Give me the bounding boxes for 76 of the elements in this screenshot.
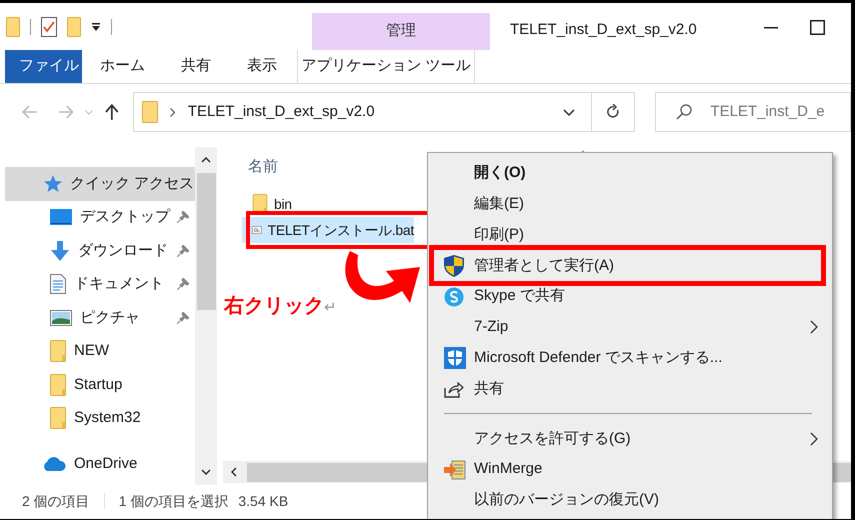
pin-icon[interactable] bbox=[177, 278, 189, 290]
menu-item[interactable]: 印刷(P) bbox=[428, 220, 832, 250]
dropdown-icon[interactable] bbox=[91, 22, 101, 32]
refresh-icon[interactable] bbox=[606, 104, 620, 120]
vertical-scrollbar[interactable] bbox=[195, 147, 217, 485]
menu-item[interactable]: 開く(O) bbox=[428, 158, 832, 189]
scroll-thumb[interactable] bbox=[196, 173, 216, 310]
image-icon bbox=[50, 310, 72, 326]
folder-icon bbox=[50, 340, 66, 362]
menu-item[interactable]: Skype で共有 bbox=[428, 281, 832, 312]
status-text: 1 個の項目を選択 bbox=[118, 492, 228, 510]
pin-icon[interactable] bbox=[177, 244, 189, 257]
maximize-icon[interactable] bbox=[810, 20, 825, 35]
nav-item[interactable]: NEW bbox=[5, 334, 195, 368]
cloud-icon bbox=[42, 456, 66, 471]
nav-item[interactable]: ダウンロード bbox=[5, 234, 195, 268]
ribbon-tab[interactable]: 表示 bbox=[229, 50, 295, 83]
nav-item[interactable]: Startup bbox=[5, 368, 195, 402]
return-mark: ↵ bbox=[324, 298, 337, 318]
scroll-left-icon[interactable] bbox=[231, 467, 237, 477]
address-path: TELET_inst_D_ext_sp_v2.0 bbox=[188, 102, 375, 122]
properties-icon[interactable] bbox=[41, 17, 57, 37]
context-tab-header: 管理 bbox=[312, 13, 490, 50]
forward-icon[interactable] bbox=[58, 105, 74, 119]
menu-item[interactable]: アクセスを許可する(G) bbox=[428, 423, 832, 454]
star-icon bbox=[42, 174, 62, 193]
back-icon[interactable] bbox=[22, 105, 38, 119]
merge-icon bbox=[444, 460, 466, 480]
window-title: TELET_inst_D_ext_sp_v2.0 bbox=[510, 20, 697, 40]
nav-item[interactable]: OneDrive bbox=[5, 447, 195, 480]
ribbon-tab[interactable]: 共有 bbox=[163, 50, 229, 83]
menu-item[interactable]: 編集(E) bbox=[428, 188, 832, 220]
menu-item[interactable]: 7-Zip bbox=[428, 312, 832, 343]
folder-icon bbox=[50, 374, 66, 396]
nav-item[interactable]: クイック アクセス bbox=[5, 167, 195, 200]
ribbon-tab[interactable]: アプリケーション ツール bbox=[297, 50, 475, 83]
scroll-down-icon[interactable] bbox=[201, 469, 211, 475]
column-header[interactable]: 名前 bbox=[248, 156, 278, 178]
nav-item[interactable]: デスクトップ bbox=[5, 200, 195, 234]
chevron-right-icon bbox=[170, 108, 175, 116]
annotation-text: 右クリック bbox=[224, 294, 324, 319]
search-placeholder: TELET_inst_D_e bbox=[710, 102, 825, 122]
nav-item[interactable]: ドキュメント bbox=[5, 268, 195, 301]
skype-icon bbox=[444, 286, 464, 307]
minimize-icon[interactable] bbox=[764, 27, 778, 29]
chevron-right-icon bbox=[810, 320, 818, 334]
pin-icon[interactable] bbox=[177, 211, 189, 224]
scroll-up-icon[interactable] bbox=[201, 157, 211, 163]
status-text: 3.54 KB bbox=[238, 492, 288, 510]
menu-item[interactable]: WinMerge bbox=[428, 454, 832, 485]
menu-item[interactable]: 共有 bbox=[428, 374, 832, 404]
chevron-right-icon bbox=[810, 432, 818, 446]
search-field[interactable]: TELET_inst_D_e bbox=[655, 92, 851, 132]
menu-item[interactable]: 管理者として実行(A) bbox=[428, 250, 832, 282]
pin-icon[interactable] bbox=[177, 312, 189, 324]
share-icon bbox=[444, 380, 464, 398]
menu-item[interactable]: 以前のバージョンの復元(V) bbox=[428, 484, 832, 516]
shield-window-icon bbox=[444, 347, 466, 370]
ribbon-tab[interactable]: ファイル bbox=[5, 50, 82, 83]
document-icon bbox=[50, 274, 66, 294]
address-bar[interactable]: TELET_inst_D_ext_sp_v2.0 bbox=[132, 92, 636, 132]
chevron-down-icon[interactable] bbox=[563, 108, 576, 116]
file-row[interactable]: TELETインストール.bat bbox=[242, 217, 414, 243]
folder-icon bbox=[50, 407, 66, 430]
download-icon bbox=[50, 240, 70, 261]
monitor-icon bbox=[50, 209, 72, 226]
status-text: 2 個の項目 bbox=[22, 492, 90, 510]
folder-icon bbox=[142, 101, 158, 123]
shield-icon bbox=[444, 254, 464, 277]
file-row[interactable]: bin bbox=[242, 191, 414, 217]
menu-item[interactable]: Microsoft Defender でスキャンする... bbox=[428, 342, 832, 374]
search-icon bbox=[676, 104, 692, 120]
ribbon-tab[interactable]: ホーム bbox=[82, 50, 163, 83]
up-icon[interactable] bbox=[105, 104, 119, 120]
nav-item[interactable]: ピクチャ bbox=[5, 301, 195, 334]
nav-item[interactable]: System32 bbox=[5, 402, 195, 435]
